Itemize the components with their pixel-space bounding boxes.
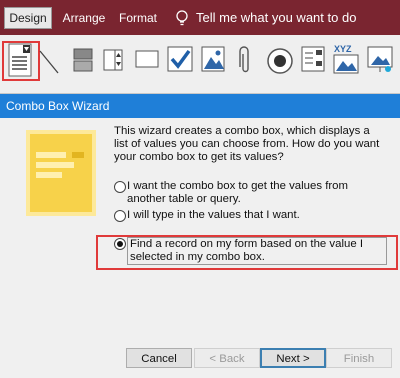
wizard-body: This wizard creates a combo box, which d… (0, 118, 400, 378)
radio-type-values[interactable] (114, 210, 126, 222)
option-table-query[interactable]: I want the combo box to get the values f… (114, 180, 394, 208)
checkbox-icon[interactable] (166, 45, 194, 73)
back-button[interactable]: < Back (194, 348, 260, 368)
lightbulb-icon (176, 10, 188, 26)
radio-table-query[interactable] (114, 181, 126, 193)
wizard-illustration (26, 130, 96, 216)
chart-icon[interactable]: XYZ (332, 43, 360, 77)
wizard-title: Combo Box Wizard (6, 99, 110, 113)
option-type-values-label: I will type in the values that I want. (127, 209, 300, 221)
form-icon[interactable] (72, 47, 94, 73)
image-icon[interactable] (200, 45, 226, 73)
find-record-highlight (96, 235, 398, 270)
next-button[interactable]: Next > (260, 348, 326, 368)
spinner-icon[interactable] (102, 47, 124, 73)
option-type-values[interactable]: I will type in the values that I want. (114, 209, 394, 223)
option-button-icon[interactable] (266, 47, 294, 75)
ribbon-controls: XYZ (0, 35, 400, 94)
ribbon-tab-bar: Design Arrange Format Tell me what you w… (0, 0, 400, 35)
rectangle-icon[interactable] (134, 49, 160, 71)
tab-format[interactable]: Format (116, 7, 160, 29)
tell-me-box[interactable]: Tell me what you want to do (196, 10, 356, 25)
svg-text:XYZ: XYZ (334, 44, 352, 54)
cancel-button[interactable]: Cancel (126, 348, 192, 368)
attachment-icon[interactable] (236, 45, 252, 75)
tab-arrange[interactable]: Arrange (58, 7, 110, 29)
wizard-title-bar: Combo Box Wizard (0, 94, 400, 118)
finish-button[interactable]: Finish (326, 348, 392, 368)
web-browser-icon[interactable] (366, 45, 394, 75)
combo-box-highlight (2, 41, 40, 81)
wizard-description: This wizard creates a combo box, which d… (114, 125, 380, 163)
line-icon[interactable] (38, 49, 60, 75)
tab-design[interactable]: Design (4, 7, 52, 29)
list-box-icon[interactable] (300, 45, 326, 73)
option-table-query-label: I want the combo box to get the values f… (127, 180, 348, 205)
